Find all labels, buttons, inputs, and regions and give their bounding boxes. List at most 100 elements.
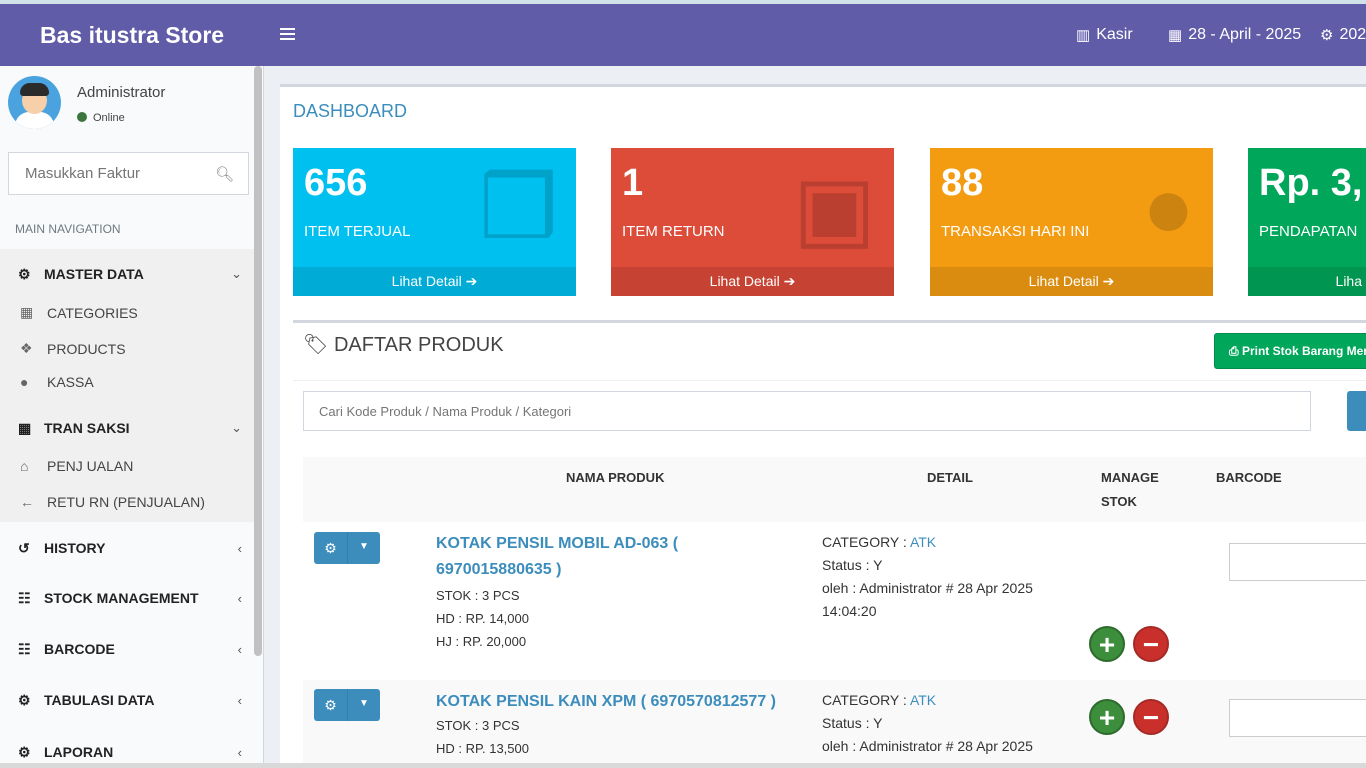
menu-stock-management[interactable]: ☷ STOCK MANAGEMENT ‹: [0, 586, 254, 610]
chevron-left-icon: ‹: [237, 540, 242, 556]
gears-icon: ⚙: [1320, 27, 1334, 44]
action-button-group[interactable]: ⚙ ▼: [314, 532, 380, 564]
arrow-left-icon: ←: [20, 494, 34, 510]
search-button[interactable]: [1347, 391, 1366, 431]
menu-laporan[interactable]: ⚙ LAPORAN ‹: [0, 740, 254, 764]
menu-tabulasi-data[interactable]: ⚙ TABULASI DATA ‹: [0, 688, 254, 712]
online-dot-icon: [77, 112, 87, 122]
add-stock-button[interactable]: +: [1089, 626, 1125, 662]
basket-icon: ⌂: [20, 458, 29, 474]
date-label: 28 - April - 2025: [1188, 26, 1302, 43]
product-detail: CATEGORY : ATK Status : Y oleh : Adminis…: [822, 531, 1062, 623]
chevron-left-icon: ‹: [237, 641, 242, 657]
barcode-input[interactable]: [1229, 543, 1366, 581]
stat-label: PENDAPATAN: [1259, 223, 1358, 240]
status-text: Status : Y: [822, 715, 883, 731]
col-barcode: BARCODE: [1216, 470, 1282, 485]
category-link[interactable]: ATK: [910, 534, 936, 550]
table-row: ⚙ ▼ KOTAK PENSIL KAIN XPM ( 697057081257…: [303, 680, 1366, 768]
product-search-input[interactable]: [304, 392, 1310, 430]
lihat-detail-link[interactable]: Lihat Detail ➔: [293, 267, 576, 296]
barcode-input[interactable]: [1229, 699, 1366, 737]
faktur-search-input[interactable]: [9, 153, 209, 194]
sidebar: Administrator Online 🔍︎ MAIN NAVIGATION …: [0, 66, 264, 768]
lihat-detail-link[interactable]: Lihat Detail ➔: [930, 267, 1213, 296]
calendar-icon: ▦: [1168, 27, 1183, 44]
menu-barcode[interactable]: ☷ BARCODE ‹: [0, 637, 254, 661]
table-icon: ▦: [18, 419, 32, 436]
barcode-icon: ▥: [1076, 27, 1091, 44]
stat-box-pendapatan: Rp. 3, PENDAPATAN Liha: [1248, 148, 1366, 296]
lihat-detail-label: Lihat Detail: [1028, 273, 1099, 289]
menu-kassa[interactable]: ● KASSA: [0, 374, 254, 390]
col-detail: DETAIL: [927, 470, 973, 485]
table-icon: ▦: [20, 304, 34, 320]
list-icon: ☷: [18, 589, 31, 606]
user-icon: ●: [20, 374, 29, 390]
arrow-circle-right-icon: ➔: [1102, 273, 1115, 289]
caret-down-icon[interactable]: ▼: [348, 532, 380, 564]
settings-menu[interactable]: ⚙ 202: [1320, 4, 1366, 66]
date-display: ▦ 28 - April - 2025: [1168, 4, 1301, 66]
menu-master-data[interactable]: ⚙ MASTER DATA ⌄: [0, 259, 254, 289]
lihat-detail-label: Lihat Detail: [391, 273, 462, 289]
product-name-link[interactable]: KOTAK PENSIL MOBIL AD-063 ( 697001588063…: [436, 531, 796, 583]
plus-icon: +: [1098, 629, 1116, 660]
stat-value: 656: [304, 162, 368, 204]
lihat-detail-link[interactable]: Lihat Detail ➔: [611, 267, 894, 296]
horizontal-scrollbar[interactable]: [0, 763, 1366, 768]
sidebar-scrollbar[interactable]: [254, 66, 262, 656]
menu-penjualan[interactable]: ⌂ PENJ UALAN: [0, 458, 254, 474]
money-icon: ▣: [792, 158, 876, 257]
lihat-detail-label: Liha: [1335, 273, 1362, 289]
box-divider: [293, 320, 1366, 323]
list-icon: ☷: [18, 640, 31, 657]
page-title: DASHBOARD: [293, 101, 408, 121]
hamburger-icon[interactable]: [280, 28, 295, 41]
search-icon[interactable]: 🔍︎: [215, 165, 234, 183]
menu-kassa-label: KASSA: [47, 374, 94, 390]
menu-master-data-label: MASTER DATA: [44, 266, 144, 282]
menu-history[interactable]: ↺ HISTORY ‹: [0, 536, 254, 560]
section-title: 🏷︎ DAFTAR PRODUK: [303, 332, 504, 357]
menu-products[interactable]: ❖ PRODUCTS: [0, 340, 254, 357]
category-link[interactable]: ATK: [910, 692, 936, 708]
minus-icon: −: [1142, 629, 1160, 660]
top-navbar: Bas itustra Store ▥ Kasir ▦ 28 - April -…: [0, 0, 1366, 66]
faktur-search: 🔍︎: [8, 152, 249, 195]
lihat-detail-link[interactable]: Liha: [1248, 267, 1366, 296]
menu-tabulasi-label: TABULASI DATA: [44, 692, 155, 708]
gear-icon[interactable]: ⚙: [314, 532, 348, 564]
plus-icon: +: [1098, 702, 1116, 733]
table-row: ⚙ ▼ KOTAK PENSIL MOBIL AD-063 ( 69700158…: [303, 522, 1366, 680]
chevron-left-icon: ‹: [237, 744, 242, 760]
reduce-stock-button[interactable]: −: [1133, 699, 1169, 735]
product-hd: HD : RP. 13,500: [436, 741, 529, 756]
reduce-stock-button[interactable]: −: [1133, 626, 1169, 662]
caret-down-icon[interactable]: ▼: [348, 689, 380, 721]
gear-icon: ⚙: [18, 691, 31, 708]
table-header: NAMA PRODUK DETAIL MANAGE STOK BARCODE: [303, 457, 1366, 522]
product-hj: HJ : RP. 20,000: [436, 634, 527, 649]
product-name-link[interactable]: KOTAK PENSIL KAIN XPM ( 6970570812577 ): [436, 689, 816, 715]
menu-laporan-label: LAPORAN: [44, 744, 114, 760]
chevron-left-icon: ‹: [237, 692, 242, 708]
add-stock-button[interactable]: +: [1089, 699, 1125, 735]
action-button-group[interactable]: ⚙ ▼: [314, 689, 380, 721]
category-label: CATEGORY :: [822, 692, 907, 708]
avatar: [8, 76, 61, 129]
col-manage-stok: MANAGE STOK: [1101, 470, 1159, 509]
main-content: DASHBOARD 656 ITEM TERJUAL ❒ Lihat Detai…: [280, 84, 1366, 768]
print-stok-button[interactable]: ⎙ Print Stok Barang Mer: [1214, 333, 1366, 369]
tag-icon: 🏷︎: [303, 334, 329, 356]
menu-barcode-label: BARCODE: [44, 641, 115, 657]
kasir-link[interactable]: ▥ Kasir: [1076, 4, 1133, 66]
menu-categories[interactable]: ▦ CATEGORIES: [0, 304, 254, 321]
menu-penjualan-label: PENJ UALAN: [47, 458, 134, 474]
brand-logo[interactable]: Bas itustra Store: [0, 4, 264, 66]
stat-value: 1: [622, 162, 644, 204]
gear-icon[interactable]: ⚙: [314, 689, 348, 721]
menu-transaksi[interactable]: ▦ TRAN SAKSI ⌄: [0, 413, 254, 443]
chevron-down-icon: ⌄: [231, 420, 242, 435]
menu-return-penjualan[interactable]: ← RETU RN (PENJUALAN): [0, 494, 254, 510]
